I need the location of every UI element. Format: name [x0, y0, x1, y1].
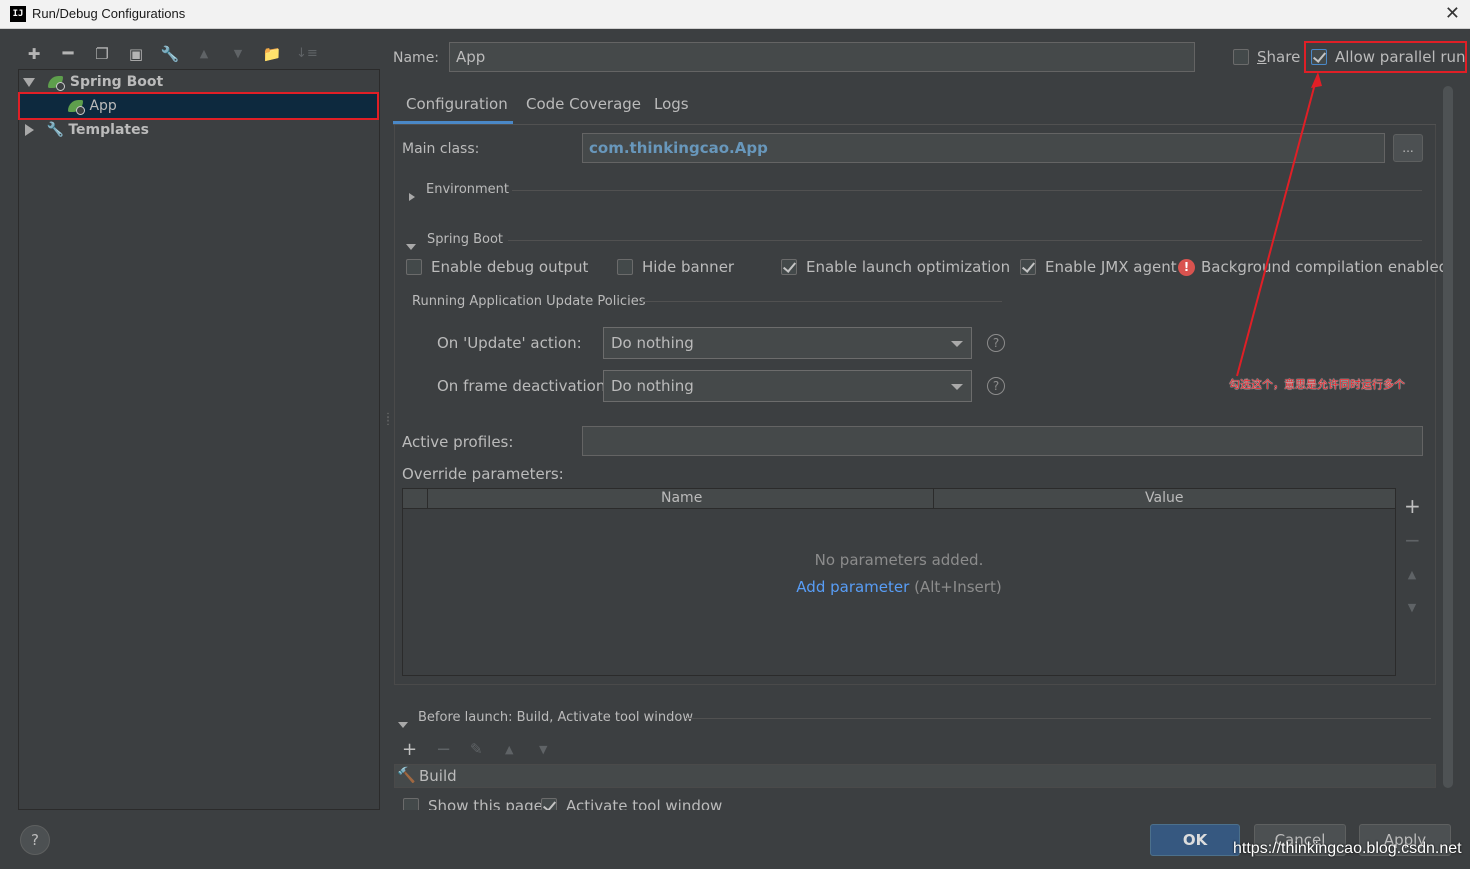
ok-button[interactable]: OK	[1150, 824, 1240, 856]
watermark: https://thinkingcao.blog.csdn.net	[1233, 840, 1462, 857]
annotation-note: 勾选这个，意思是允许同时运行多个	[1229, 378, 1405, 391]
help-button[interactable]: ?	[20, 825, 50, 855]
annotation-arrow	[1236, 72, 1322, 377]
